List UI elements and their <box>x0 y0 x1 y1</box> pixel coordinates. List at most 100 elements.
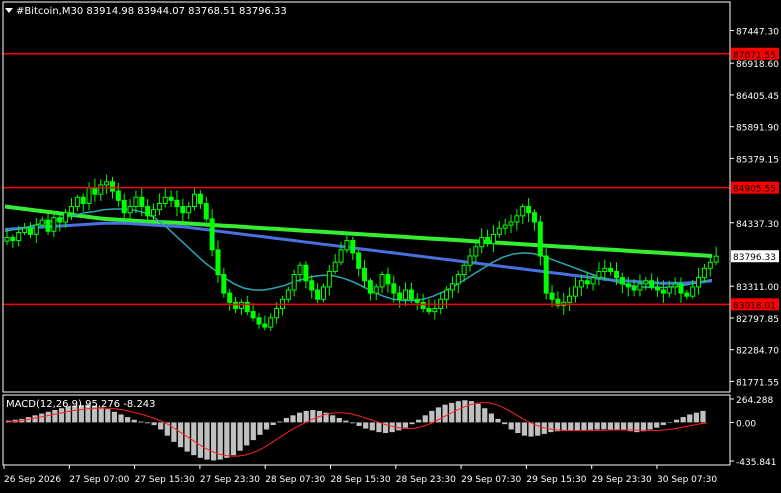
price-tick-label: 87447.30 <box>736 28 779 38</box>
macd-bar <box>409 422 415 425</box>
candle-body <box>115 190 121 201</box>
macd-bar <box>211 422 217 461</box>
macd-bar <box>369 422 375 431</box>
candle-body <box>10 236 16 242</box>
chart-title: #Bitcoin,M30 83914.98 83944.07 83768.51 … <box>16 6 287 17</box>
macd-bar <box>528 422 534 437</box>
price-tick-label: 85891.90 <box>736 124 779 134</box>
candle-body <box>98 184 104 195</box>
price-tick-label: 85379.15 <box>736 155 779 165</box>
candle-body <box>168 196 174 201</box>
candle-body <box>444 289 450 300</box>
time-tick-label: 27 Sep 23:30 <box>200 475 260 485</box>
candle-body <box>203 202 209 220</box>
macd-bar <box>224 422 230 458</box>
candle-body <box>197 193 203 204</box>
macd-bar <box>296 412 303 423</box>
candle-body <box>256 317 262 325</box>
candle-body <box>22 227 28 234</box>
macd-bar <box>303 410 309 423</box>
candle-body <box>649 280 655 288</box>
candle-body <box>27 227 33 235</box>
candle-body <box>403 289 409 300</box>
macd-tick-label: 0.00 <box>736 419 756 429</box>
candle-body <box>68 206 74 214</box>
macd-bar <box>125 417 131 423</box>
chart-window: 87071.55 84905.55 83018.01 83796.33 87447.3… <box>0 0 781 489</box>
candle-body <box>578 280 584 288</box>
candle-body <box>262 323 268 328</box>
price-tick-label: 82797.85 <box>736 315 779 325</box>
macd-bar <box>416 419 422 423</box>
candle-body <box>285 289 291 300</box>
candle-body <box>655 286 661 291</box>
candle-body <box>151 209 157 217</box>
macd-bar <box>336 417 342 423</box>
candle-body <box>531 212 537 223</box>
time-tick-label: 29 Sep 07:30 <box>461 475 521 485</box>
macd-bar <box>204 422 210 460</box>
macd-bar <box>396 422 402 431</box>
candle-body <box>309 280 315 291</box>
macd-bar <box>237 422 243 451</box>
macd-bar <box>621 422 627 431</box>
macd-bar <box>693 412 699 423</box>
candle-body <box>619 277 625 285</box>
candle-body <box>449 283 455 291</box>
macd-bar <box>687 414 693 423</box>
macd-bar <box>561 422 567 431</box>
horizontal-levels[interactable]: 87071.5584905.5583018.0183796.33 <box>3 47 779 312</box>
candle-body <box>414 298 420 303</box>
candle-body <box>16 232 22 242</box>
macd-bar <box>290 415 296 423</box>
macd-bar <box>482 408 488 423</box>
candle-body <box>707 261 713 269</box>
candle-body <box>701 267 707 279</box>
macd-bar <box>131 419 137 423</box>
candle-body <box>227 292 233 303</box>
candle-body <box>508 221 514 226</box>
candle-body <box>39 219 45 226</box>
candlesticks <box>4 174 719 331</box>
macd-bar <box>462 400 468 423</box>
time-tick-label: 29 Sep 15:30 <box>526 475 586 485</box>
macd-bar <box>177 422 184 448</box>
macd-bar <box>654 422 660 428</box>
macd-bar <box>508 422 514 430</box>
macd-bar <box>515 422 521 434</box>
candle-body <box>643 280 649 285</box>
candle-body <box>45 219 51 232</box>
triangle-down-icon[interactable] <box>5 8 13 13</box>
candle-body <box>192 193 198 208</box>
macd-bar <box>230 422 237 456</box>
candle-body <box>637 283 643 291</box>
macd-bar <box>144 422 151 424</box>
macd-bar <box>270 422 276 426</box>
candle-body <box>215 249 221 276</box>
macd-bar <box>535 422 541 436</box>
candle-body <box>303 264 309 282</box>
macd-bar <box>356 422 362 426</box>
macd-bar <box>455 401 461 423</box>
candle-body <box>567 295 573 303</box>
candle-body <box>186 206 192 214</box>
candle-body <box>344 240 350 251</box>
candle-body <box>133 196 139 208</box>
macd-bar <box>52 410 58 423</box>
candle-body <box>690 286 696 297</box>
macd-bar <box>244 422 250 446</box>
candle-body <box>139 196 145 208</box>
candle-body <box>678 283 684 294</box>
price-tick-label: 83311.00 <box>736 283 779 293</box>
macd-bar <box>660 422 666 426</box>
macd-bar <box>680 417 686 423</box>
candle-body <box>92 187 98 195</box>
candle-body <box>520 206 526 217</box>
candle-body <box>608 267 614 272</box>
candle-body <box>502 224 508 229</box>
candle-body <box>338 249 344 263</box>
candle-body <box>543 255 549 294</box>
level-price-label: 84905.55 <box>733 185 776 195</box>
candle-body <box>373 286 379 294</box>
candle-body <box>156 202 162 211</box>
